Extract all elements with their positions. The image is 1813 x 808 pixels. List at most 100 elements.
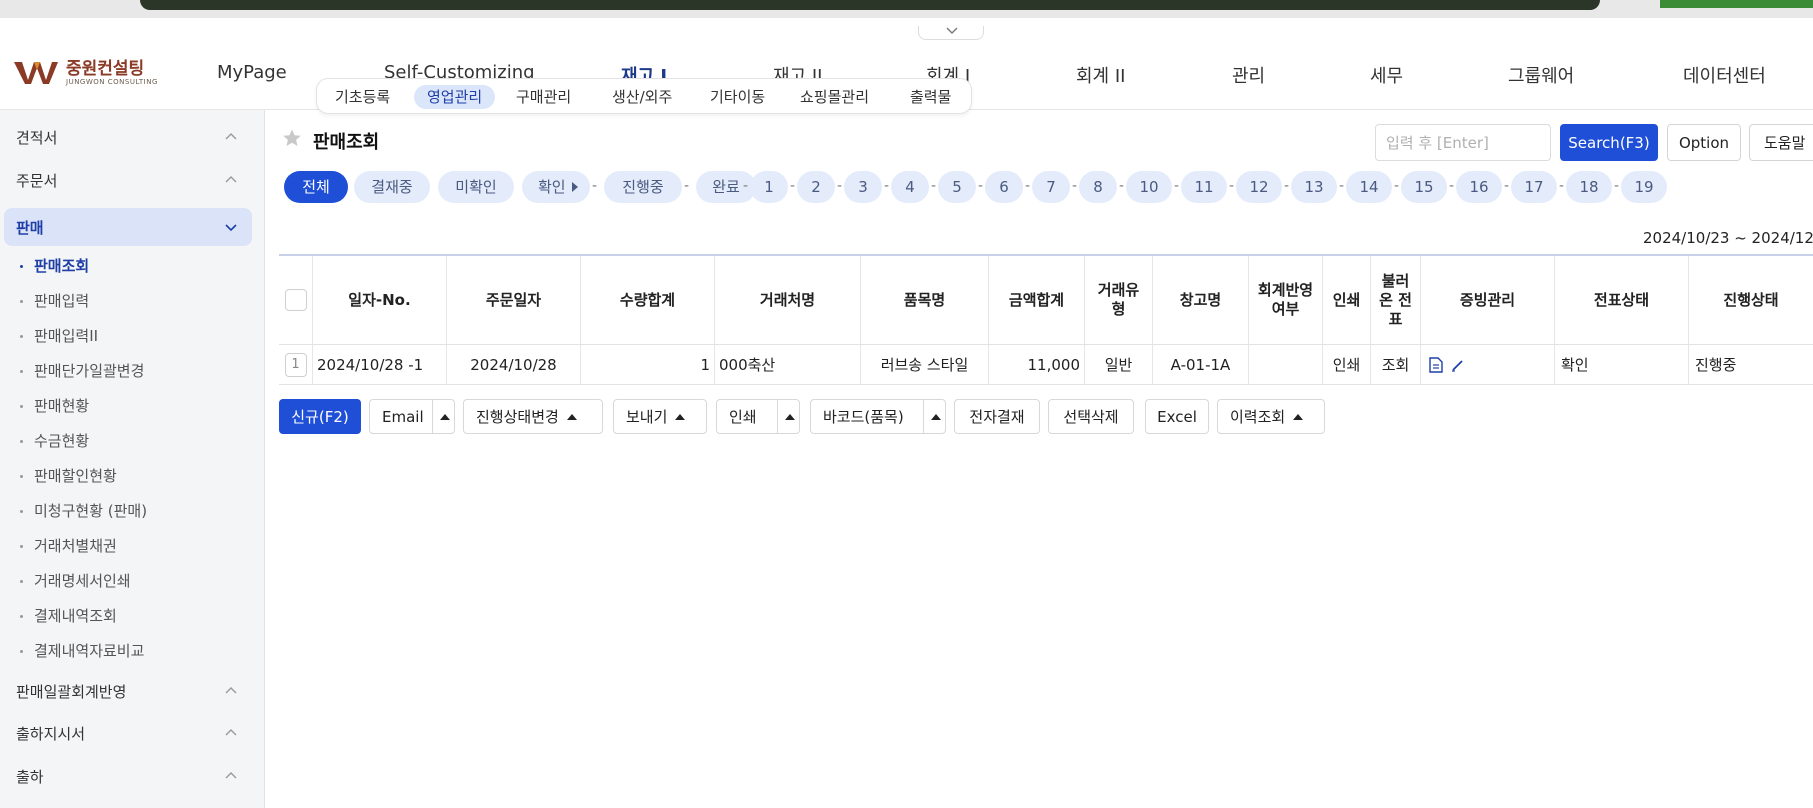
sidebar-item-label: 결제내역자료비교: [34, 642, 145, 660]
history-button[interactable]: 이력조회: [1217, 399, 1325, 434]
sub-nav-production[interactable]: 생산/외주: [599, 85, 685, 109]
sub-nav-other-transfer[interactable]: 기타이동: [697, 85, 778, 109]
main-nav-accounting-2[interactable]: 회계 II: [1076, 62, 1125, 88]
option-button[interactable]: Option: [1667, 124, 1741, 161]
sidebar-group-label: 출하지시서: [16, 725, 86, 743]
table-header-cell[interactable]: 거래유형: [1085, 256, 1153, 344]
status-chip-5[interactable]: 5: [938, 171, 976, 203]
cell-progress[interactable]: 진행중: [1689, 345, 1813, 384]
status-chip-all[interactable]: 전체: [284, 171, 348, 203]
main-nav-tax[interactable]: 세무: [1370, 62, 1403, 88]
email-dropdown-toggle[interactable]: [432, 400, 456, 433]
sidebar-group-order[interactable]: 주문서: [4, 161, 252, 199]
favorite-star-icon[interactable]: [282, 128, 302, 148]
status-change-button[interactable]: 진행상태변경: [463, 399, 603, 434]
cell-print-link[interactable]: 인쇄: [1323, 345, 1371, 384]
status-chip-unconfirmed[interactable]: 미확인: [438, 171, 514, 203]
edit-pencil-icon[interactable]: [1451, 358, 1465, 372]
table-header-cell[interactable]: 인쇄: [1323, 256, 1371, 344]
table-header-cell[interactable]: 수량합계: [581, 256, 715, 344]
status-chip-7[interactable]: 7: [1032, 171, 1070, 203]
table-header-cell[interactable]: 창고명: [1153, 256, 1249, 344]
cell-loaded-voucher[interactable]: 조회: [1371, 345, 1421, 384]
table-header-cell[interactable]: 불러온 전표: [1371, 256, 1421, 344]
status-chip-4[interactable]: 4: [891, 171, 929, 203]
search-input[interactable]: [1375, 124, 1551, 161]
status-chip-confirmed[interactable]: 확인: [522, 171, 590, 203]
sub-nav-purchase-management[interactable]: 구매관리: [503, 85, 584, 109]
status-chip-19[interactable]: 19: [1621, 171, 1667, 203]
table-header-cell[interactable]: 품목명: [861, 256, 989, 344]
status-chip-11[interactable]: 11: [1181, 171, 1227, 203]
cell-date-no[interactable]: 2024/10/28 -1: [313, 345, 447, 384]
sub-nav-sales-management[interactable]: 영업관리: [414, 85, 496, 109]
new-button[interactable]: 신규(F2): [279, 399, 361, 434]
cell-voucher-status[interactable]: 확인: [1555, 345, 1689, 384]
sidebar-group-bulk-accounting[interactable]: 판매일괄회계반영: [4, 672, 252, 710]
help-button[interactable]: 도움말: [1749, 124, 1813, 161]
main-nav-mypage[interactable]: MyPage: [217, 62, 287, 83]
status-chip-approving[interactable]: 결재중: [354, 171, 430, 203]
browser-top-strip: [0, 0, 1813, 18]
document-icon[interactable]: [1429, 356, 1443, 373]
separator: -: [592, 178, 598, 194]
status-chip-14[interactable]: 14: [1346, 171, 1392, 203]
status-chip-3[interactable]: 3: [844, 171, 882, 203]
print-button[interactable]: 인쇄: [716, 399, 800, 434]
print-dropdown-toggle[interactable]: [777, 400, 801, 433]
status-chip-8[interactable]: 8: [1079, 171, 1117, 203]
status-chip-16[interactable]: 16: [1456, 171, 1502, 203]
sidebar-group-sales[interactable]: 판매: [4, 208, 252, 246]
header-collapse-toggle[interactable]: [918, 26, 984, 40]
cell-evidence: [1421, 345, 1555, 384]
status-chip-in-progress[interactable]: 진행중: [604, 171, 682, 203]
sidebar-item-label: 거래처별채권: [34, 537, 117, 555]
barcode-button[interactable]: 바코드(품목): [810, 399, 946, 434]
status-chip-15[interactable]: 15: [1401, 171, 1447, 203]
status-chip-2[interactable]: 2: [797, 171, 835, 203]
table-header-cell[interactable]: 금액합계: [989, 256, 1085, 344]
main-nav-data-center[interactable]: 데이터센터: [1683, 62, 1766, 88]
sidebar-group-shipping[interactable]: 출하: [4, 757, 252, 795]
table-row[interactable]: 1 2024/10/28 -1 2024/10/28 1 000축산 러브송 스…: [279, 345, 1813, 385]
main-nav-groupware[interactable]: 그룹웨어: [1508, 62, 1574, 88]
sales-table: 일자-No. 주문일자 수량합계 거래처명 품목명 금액합계 거래유형 창고명 …: [279, 254, 1813, 385]
status-chip-12[interactable]: 12: [1236, 171, 1282, 203]
table-header-cell[interactable]: 회계반영여부: [1249, 256, 1323, 344]
chevron-up-icon: [225, 729, 237, 736]
status-chip-6[interactable]: 6: [985, 171, 1023, 203]
table-header-cell[interactable]: 전표상태: [1555, 256, 1689, 344]
status-chip-17[interactable]: 17: [1511, 171, 1557, 203]
main-nav-management[interactable]: 관리: [1232, 62, 1265, 88]
row-number[interactable]: 1: [279, 345, 313, 384]
table-header-cell[interactable]: 증빙관리: [1421, 256, 1555, 344]
status-chip-13[interactable]: 13: [1291, 171, 1337, 203]
checkbox[interactable]: [284, 289, 307, 311]
header-select-all[interactable]: [279, 256, 313, 344]
sidebar-item-label: 수금현황: [34, 432, 90, 450]
table-header-cell[interactable]: 일자-No.: [313, 256, 447, 344]
bullet-icon: [20, 545, 23, 548]
separator: -: [1072, 178, 1078, 194]
separator: -: [1394, 178, 1400, 194]
bullet-icon: [20, 440, 23, 443]
table-header-cell[interactable]: 주문일자: [447, 256, 581, 344]
email-button[interactable]: Email: [369, 399, 455, 434]
sidebar-group-shipping-order[interactable]: 출하지시서: [4, 714, 252, 752]
table-header-cell[interactable]: 거래처명: [715, 256, 861, 344]
e-approval-button[interactable]: 전자결재: [954, 399, 1040, 434]
status-chip-18[interactable]: 18: [1566, 171, 1612, 203]
send-button[interactable]: 보내기: [613, 399, 707, 434]
status-chip-1[interactable]: 1: [750, 171, 788, 203]
search-button[interactable]: Search(F3): [1560, 124, 1658, 161]
table-header-cell[interactable]: 진행상태: [1689, 256, 1813, 344]
separator: -: [1119, 178, 1125, 194]
delete-selected-button[interactable]: 선택삭제: [1048, 399, 1134, 434]
sub-nav-printouts[interactable]: 출력물: [897, 85, 964, 109]
sidebar-group-quotation[interactable]: 견적서: [4, 118, 252, 156]
sub-nav-basic-registration[interactable]: 기초등록: [322, 85, 403, 109]
sub-nav-shopping-mall[interactable]: 쇼핑몰관리: [787, 85, 882, 109]
status-chip-10[interactable]: 10: [1126, 171, 1172, 203]
barcode-dropdown-toggle[interactable]: [923, 400, 947, 433]
excel-button[interactable]: Excel: [1145, 399, 1209, 434]
